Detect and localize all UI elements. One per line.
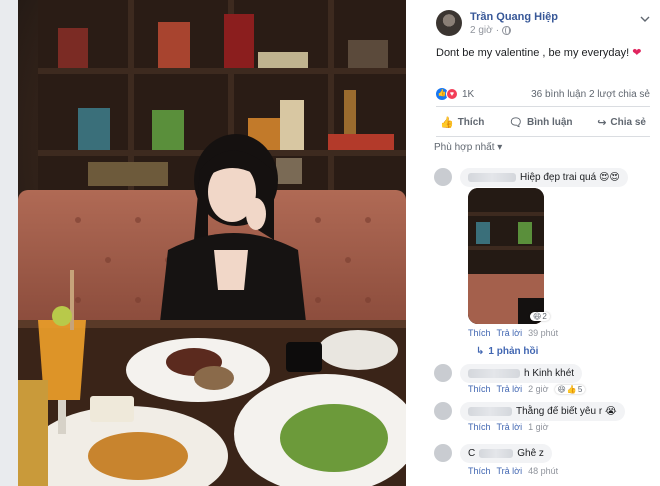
commenter-name-blurred[interactable] (468, 407, 512, 416)
like-label: Thích (457, 116, 485, 128)
share-count[interactable]: 2 lượt chia sẻ (589, 89, 650, 100)
comment-label: Bình luận (526, 116, 573, 128)
share-arrow-icon: ↪ (597, 116, 607, 129)
comment-meta: Thích Trả lời 2 giờ 😆 👍 5 (468, 384, 586, 394)
photo-viewer: Trần Quang Hiệp 2 giờ · Dont be my valen… (0, 0, 660, 486)
share-label: Chia sẻ (610, 116, 646, 128)
backdrop (0, 0, 18, 486)
speech-bubble-icon: 🗨 (509, 116, 523, 129)
comment-button[interactable]: 🗨 Bình luận (505, 114, 577, 131)
like-button[interactable]: 👍 Thích (436, 114, 488, 131)
comment-reply-link[interactable]: Trả lời (497, 422, 523, 432)
comment-bubble: C Ghê z (460, 444, 552, 463)
divider (436, 136, 650, 137)
comment-meta: Thích Trả lời 39 phút (468, 328, 558, 338)
comment-time[interactable]: 48 phút (528, 466, 558, 476)
comment-bubble: h Kinh khét (460, 364, 583, 383)
comment-bubble: Thằng đế biết yêu r 😭 (460, 402, 625, 421)
comment-meta: Thích Trả lời 1 giờ (468, 422, 549, 432)
reaction-summary[interactable]: 👍 ♥ 1K (436, 88, 474, 100)
reaction-count: 1K (462, 88, 475, 100)
comment-time[interactable]: 2 giờ (528, 384, 548, 394)
comment-text: Thằng đế biết yêu r 😭 (516, 406, 617, 417)
haha-reaction-icon: 😆 (533, 312, 542, 321)
commenter-name-blurred[interactable] (468, 173, 516, 182)
comment-text: Ghê z (517, 448, 544, 459)
comment: Thằng đế biết yêu r 😭 Thích Trả lời 1 gi… (434, 402, 654, 432)
share-button[interactable]: ↪ Chia sẻ (593, 114, 650, 131)
comment-like-link[interactable]: Thích (468, 328, 491, 338)
replies-count: 1 phản hồi (488, 346, 539, 357)
comment: Hiệp đẹp trai quá 😍😍 Thích Trả lời 39 ph… (434, 168, 654, 358)
comment: C Ghê z Thích Trả lời 48 phút (434, 444, 654, 476)
comment-count[interactable]: 36 bình luận (531, 89, 586, 100)
post-details-panel: Trần Quang Hiệp 2 giờ · Dont be my valen… (426, 0, 660, 486)
comment-reply-link[interactable]: Trả lời (497, 466, 523, 476)
separator-dot: · (495, 25, 500, 36)
comment-reactions[interactable]: 😆 2 (530, 312, 550, 321)
post-stats: 👍 ♥ 1K 36 bình luận 2 lượt chia sẻ (436, 88, 650, 102)
post-actions: 👍 Thích 🗨 Bình luận ↪ Chia sẻ (436, 112, 650, 132)
comment-reaction-count: 2 (542, 312, 547, 321)
commenter-avatar[interactable] (434, 364, 452, 382)
chevron-down-icon[interactable] (640, 14, 650, 24)
comment-like-link[interactable]: Thích (468, 466, 491, 476)
author-name[interactable]: Trần Quang Hiệp (470, 11, 558, 23)
commenter-name-blurred[interactable] (468, 369, 520, 378)
comment-reply-link[interactable]: Trả lời (497, 384, 523, 394)
photo-illustration (18, 0, 406, 486)
thumbs-up-icon: 👍 (440, 116, 454, 129)
post-photo[interactable] (18, 0, 406, 486)
comment-photo[interactable] (468, 188, 544, 324)
comment-reply-link[interactable]: Trả lời (497, 328, 523, 338)
comment-reaction-count: 5 (577, 384, 583, 394)
haha-reaction-icon: 😆 (557, 384, 566, 394)
comment-like-link[interactable]: Thích (468, 422, 491, 432)
comment-photo-illustration (468, 188, 544, 324)
commenter-avatar[interactable] (434, 402, 452, 420)
post-time[interactable]: 2 giờ (470, 25, 493, 36)
comment-text: h Kinh khét (524, 368, 575, 379)
commenter-name-blurred[interactable] (479, 449, 514, 458)
commenter-name-initial[interactable]: C (468, 448, 475, 459)
reply-arrow-icon: ↳ (476, 346, 485, 357)
caption-text: Dont be my valentine , be my everyday! (436, 47, 630, 59)
comment-time[interactable]: 1 giờ (528, 422, 548, 432)
comment-time[interactable]: 39 phút (528, 328, 558, 338)
caret-down-icon: ▾ (497, 142, 503, 153)
engagement-counts: 36 bình luận 2 lượt chia sẻ (531, 89, 650, 100)
commenter-avatar[interactable] (434, 444, 452, 462)
author-avatar[interactable] (436, 10, 462, 36)
commenter-avatar[interactable] (434, 168, 452, 186)
post-meta: 2 giờ · (470, 25, 512, 36)
post-caption: Dont be my valentine , be my everyday! ❤ (436, 46, 642, 59)
comment-meta: Thích Trả lời 48 phút (468, 466, 558, 476)
comment: h Kinh khét Thích Trả lời 2 giờ 😆 👍 5 (434, 364, 654, 394)
love-reaction-icon: ♥ (446, 88, 458, 100)
heart-emoji: ❤ (632, 47, 642, 59)
comment-bubble: Hiệp đẹp trai quá 😍😍 (460, 168, 628, 187)
post-header: Trần Quang Hiệp 2 giờ · (436, 10, 650, 40)
comment-reactions[interactable]: 😆 👍 5 (554, 384, 586, 394)
comment-text: Hiệp đẹp trai quá 😍😍 (520, 172, 620, 183)
like-reaction-icon: 👍 (566, 384, 577, 394)
globe-icon (502, 26, 512, 35)
divider (436, 106, 650, 107)
comment-sort-dropdown[interactable]: Phù hợp nhất ▾ (434, 142, 502, 153)
view-replies-link[interactable]: ↳ 1 phản hồi (476, 346, 538, 357)
comment-like-link[interactable]: Thích (468, 384, 491, 394)
sort-label: Phù hợp nhất (434, 142, 495, 153)
